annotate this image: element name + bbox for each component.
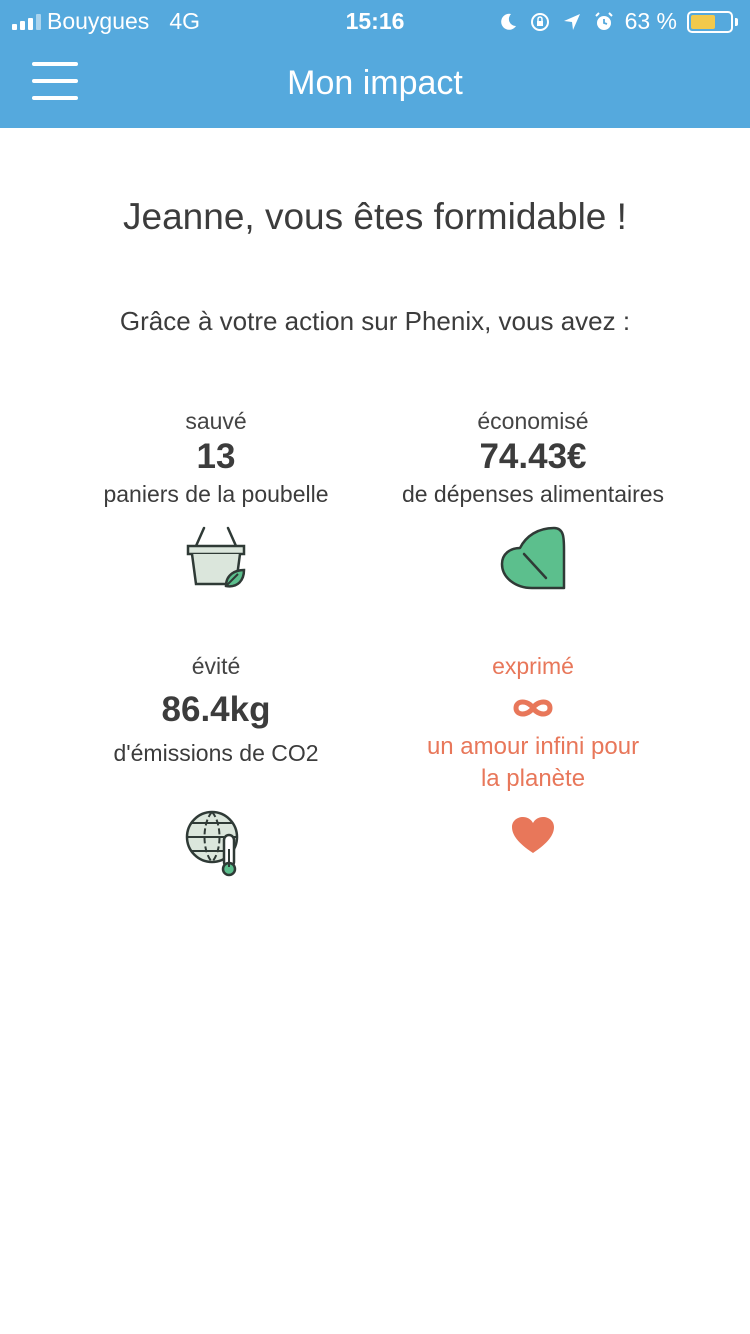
stat-description: paniers de la poubelle xyxy=(103,481,329,507)
stat-verb: exprimé xyxy=(492,653,574,679)
rotation-lock-icon xyxy=(530,12,549,31)
stat-co2-avoided: évité 86.4kg d'émissions de CO2 xyxy=(56,651,376,877)
stat-description-line2: la planète xyxy=(480,765,586,792)
moon-icon xyxy=(500,13,516,30)
basket-leaf-icon xyxy=(186,526,246,588)
stat-verb: évité xyxy=(191,653,241,679)
location-icon xyxy=(563,13,580,30)
stat-money-saved: économisé 74.43€ de dépenses alimentaire… xyxy=(373,406,693,594)
globe-thermometer-icon xyxy=(185,810,239,877)
stat-verb: économisé xyxy=(477,408,589,434)
stat-value: 13 xyxy=(196,437,236,476)
page-title: Mon impact xyxy=(287,64,463,102)
intro-text: Grâce à votre action sur Phenix, vous av… xyxy=(119,306,631,336)
stat-description: d'émissions de CO2 xyxy=(113,740,319,766)
stat-description: de dépenses alimentaires xyxy=(401,481,665,507)
app-header: Bouygues 4G 15:16 63 % Mon impact xyxy=(0,0,750,128)
stat-value: 86.4kg xyxy=(161,690,271,729)
status-right: 63 % xyxy=(497,8,738,35)
status-bar: Bouygues 4G 15:16 63 % xyxy=(0,0,750,42)
stat-love-expressed: exprimé un amour infini pour la planète xyxy=(373,651,693,855)
infinity-icon xyxy=(513,699,553,717)
stat-description: un amour infini pour xyxy=(426,733,640,760)
leaf-icon xyxy=(500,526,566,590)
stat-verb: sauvé xyxy=(185,408,247,434)
stat-value: 74.43€ xyxy=(479,437,587,476)
heart-icon xyxy=(512,817,554,853)
battery-percent: 63 % xyxy=(624,8,677,34)
stat-baskets-saved: sauvé 13 paniers de la poubelle xyxy=(56,406,376,594)
greeting-heading: Jeanne, vous êtes formidable ! xyxy=(123,196,627,237)
battery-icon xyxy=(687,10,738,33)
alarm-icon xyxy=(594,11,613,30)
